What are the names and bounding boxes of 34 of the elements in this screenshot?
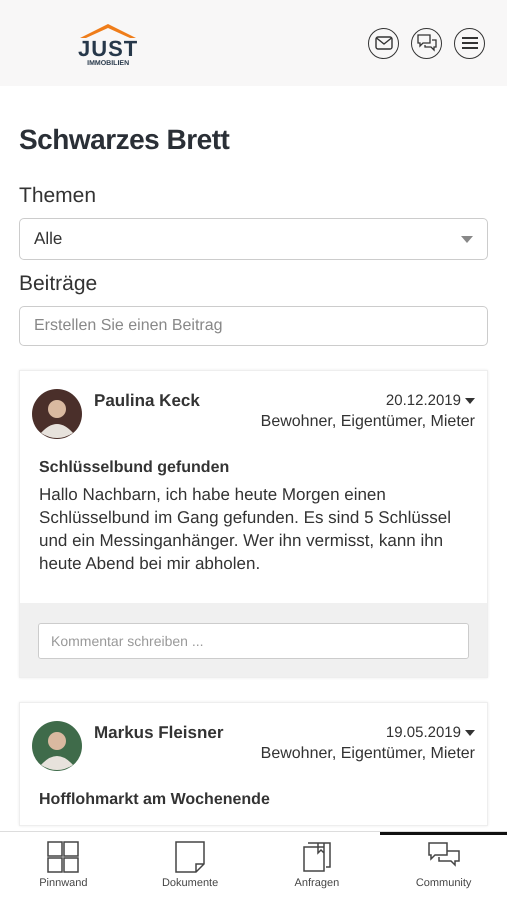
logo-text: JUST [78,38,138,58]
roof-icon [80,22,136,38]
post-title: Hofflohmarkt am Wochenende [39,791,271,809]
date-dropdown[interactable]: 20.12.2019 [386,392,475,409]
audience-text: Bewohner, Eigentümer, Mieter [260,745,475,763]
caret-icon [465,398,475,404]
chat-button[interactable] [411,28,442,58]
caret-icon [461,236,473,242]
avatar-icon [32,721,82,771]
topics-dropdown[interactable]: Alle [19,218,488,260]
comment-field[interactable]: Kommentar schreiben ... [38,623,469,659]
menu-button[interactable] [454,28,485,58]
note-icon [173,841,208,873]
avatar-icon [32,389,82,439]
nav-tab[interactable]: Pinnwand [0,832,127,900]
author-name: Paulina Keck [94,391,201,411]
nav-tab[interactable]: Community [380,832,507,900]
post-text: Hallo Nachbarn, ich habe heute Morgen einen Schlüsselbund im Gang gefunden. Es sind 5 Schlüssel und ein Messinganhänger. Wer ihn vermisst, kann ihn heute Abend bei mir abholen. [39,484,452,575]
topics-label: Themen [19,184,98,208]
new-post-field[interactable]: Erstellen Sie einen Beitrag [19,306,488,346]
nav-tab[interactable]: Anfragen [254,832,380,900]
author-name: Markus Fleisner [94,723,224,743]
caret-icon [465,730,475,736]
chat-icon [416,34,436,52]
audience-text: Bewohner, Eigentümer, Mieter [260,413,475,431]
date-dropdown[interactable]: 19.05.2019 [386,724,475,741]
page-title: Schwarzes Brett [19,124,230,156]
posts-label: Beiträge [19,272,98,296]
mail-button[interactable] [368,28,399,58]
envelope-icon [374,36,392,50]
grid-icon [46,841,80,873]
nav-tab[interactable]: Dokumente [126,832,254,900]
menu-icon [462,36,478,50]
post-title: Schlüsselbund gefunden [39,459,230,477]
